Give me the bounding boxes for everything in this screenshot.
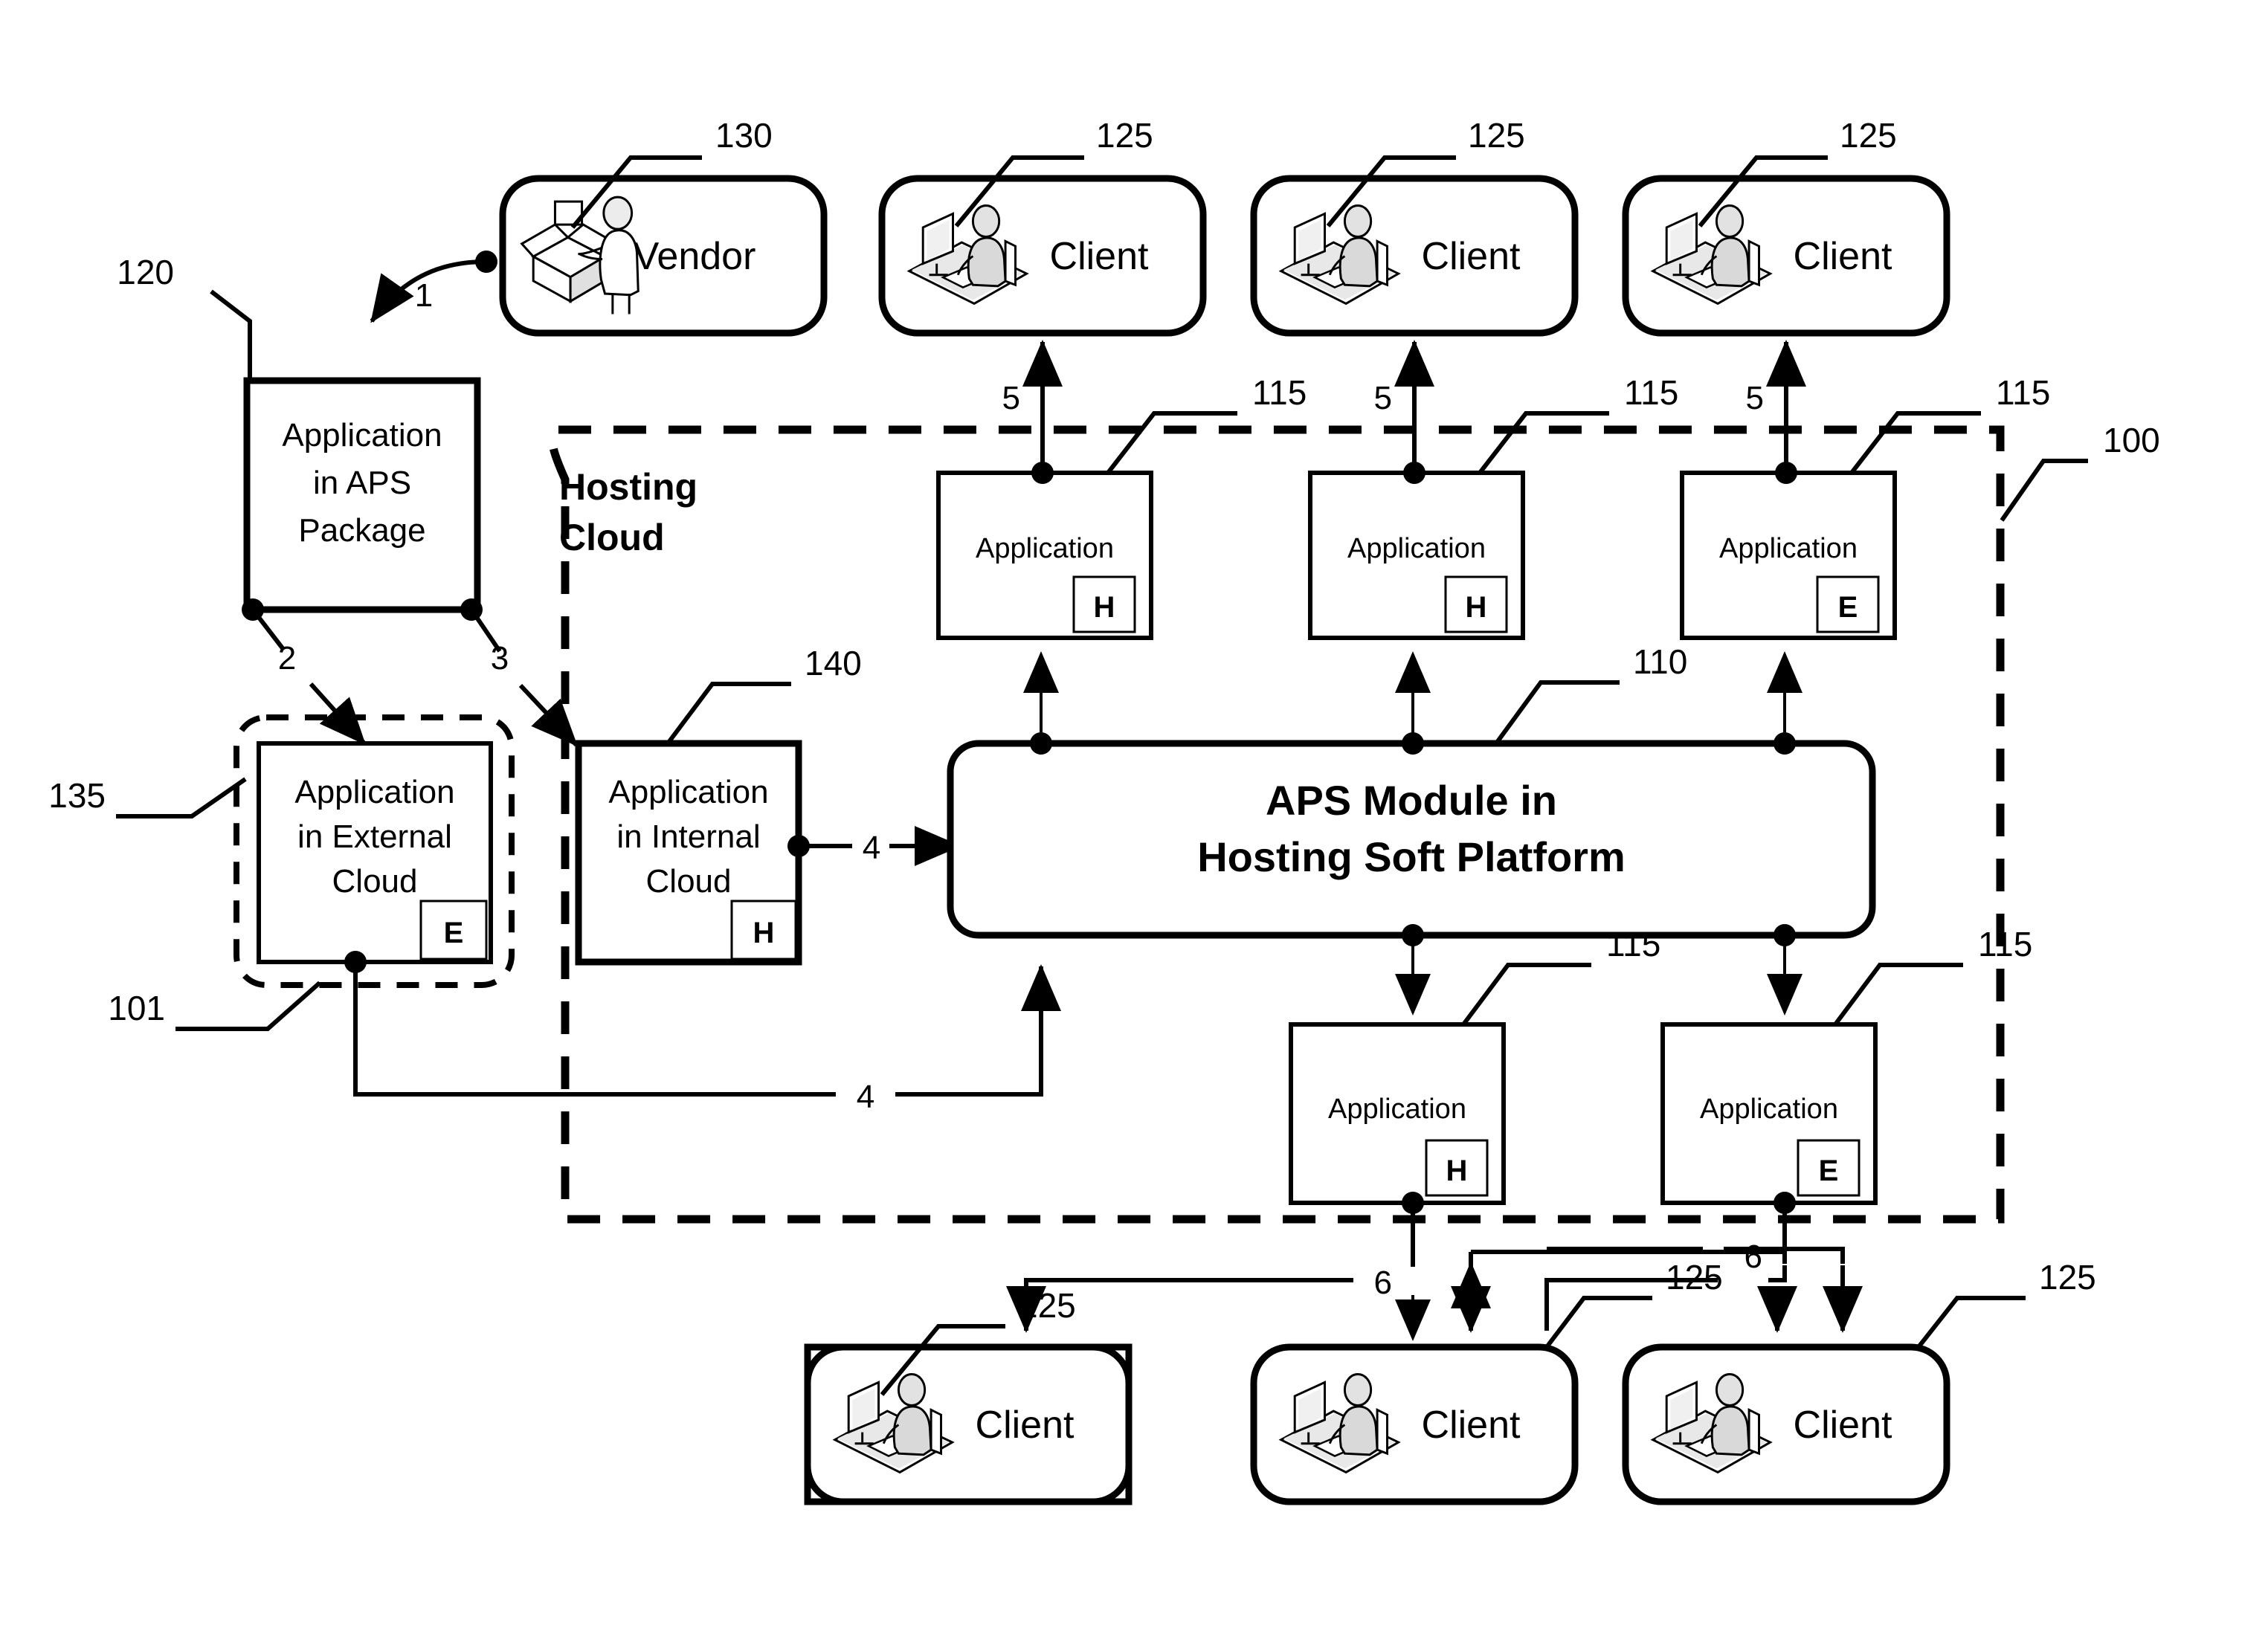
ref-125-label: 125 [2039, 1258, 2096, 1297]
node-application-top-3[interactable]: Application E [1680, 471, 1897, 640]
node-client-bottom-3[interactable]: Client [1622, 1343, 1950, 1505]
client-label: Client [1422, 235, 1521, 278]
aps-package-line-3: Package [298, 512, 425, 549]
ref-101-label: 101 [108, 989, 165, 1027]
application-label: Application [1719, 533, 1858, 564]
client-label: Client [1422, 1404, 1521, 1447]
flow-3-package-to-internal-cloud: 3 [469, 608, 579, 747]
badge-h: H [1466, 591, 1487, 624]
edge-application-top-1-to-client: 5 [1002, 340, 1063, 484]
application-label: Application [1700, 1094, 1838, 1125]
flow-4-label: 4 [857, 1079, 874, 1115]
ref-115-top-3-leader: 115 [1849, 373, 2050, 474]
node-application-in-aps-package[interactable]: Application in APS Package [243, 377, 481, 613]
ref-110-label: 110 [1633, 642, 1687, 681]
ref-115-label: 115 [1252, 373, 1307, 412]
ref-125-bottom-3-leader: 125 [1916, 1258, 2096, 1349]
aps-package-line-2: in APS [313, 465, 411, 501]
internal-cloud-line-1: Application [608, 774, 768, 810]
flow-6-label: 6 [1745, 1239, 1762, 1275]
node-application-top-1[interactable]: Application H [936, 471, 1153, 640]
external-cloud-line-1: Application [294, 774, 454, 810]
client-label: Client [1794, 235, 1892, 278]
ref-115-top-1-leader: 115 [1106, 373, 1307, 474]
application-label: Application [1328, 1094, 1466, 1125]
ref-115-top-2-leader: 115 [1478, 373, 1678, 474]
node-application-top-2[interactable]: Application H [1308, 471, 1525, 640]
badge-h: H [1446, 1155, 1468, 1187]
ref-135-label: 135 [48, 776, 106, 815]
application-label: Application [1347, 533, 1486, 564]
ref-115-label: 115 [1624, 373, 1678, 412]
flow-4-external-to-module: 4 [344, 951, 1061, 1115]
flow-5-label: 5 [1374, 380, 1392, 416]
edge-application-top-2-to-client: 5 [1374, 340, 1434, 484]
flow-2-package-to-external-cloud: 2 [251, 608, 367, 746]
ref-115-label: 115 [1978, 925, 2032, 963]
vendor-label: Vendor [634, 235, 756, 278]
application-label: Application [976, 533, 1114, 564]
ref-120-label: 120 [117, 253, 174, 291]
ref-125-label: 125 [1840, 116, 1897, 155]
ref-100-leader: 100 [2000, 421, 2160, 522]
ref-120-leader: 120 [117, 253, 252, 381]
ref-115-label: 115 [1996, 373, 2050, 412]
node-vendor[interactable]: Vendor [499, 175, 828, 337]
internal-cloud-line-2: in Internal [616, 818, 760, 855]
flow-3-label: 3 [491, 640, 509, 677]
ref-115-label: 115 [1606, 925, 1660, 963]
ref-125-label: 125 [1468, 116, 1525, 155]
ref-101-leader: 101 [108, 981, 321, 1031]
figure-canvas: Vendor 130 Client 125 Client 125 Client … [0, 0, 2268, 1637]
aps-module-line-2: Hosting Soft Platform [1197, 833, 1626, 880]
node-client-top-2[interactable]: Client [1250, 175, 1579, 337]
badge-h: H [1094, 591, 1115, 624]
node-client-bottom-2[interactable]: Client [1250, 1343, 1579, 1505]
external-cloud-line-3: Cloud [332, 863, 418, 900]
ref-140-label: 140 [805, 644, 862, 682]
flow-5-label: 5 [1002, 380, 1020, 416]
badge-e: E [444, 917, 464, 949]
node-client-bottom-1[interactable]: Client [804, 1343, 1133, 1505]
flow-5-label: 5 [1746, 380, 1764, 416]
external-cloud-line-2: in External [297, 818, 452, 855]
flow-2-label: 2 [278, 640, 296, 677]
node-application-in-external-cloud[interactable]: Application in External Cloud E [257, 741, 493, 964]
aps-module-line-1: APS Module in [1266, 777, 1557, 824]
node-aps-module[interactable]: APS Module in Hosting Soft Platform [947, 740, 1876, 939]
ref-135-leader: 135 [48, 776, 247, 818]
flow-6-label: 6 [1374, 1265, 1392, 1301]
ref-125-label: 125 [1096, 116, 1153, 155]
internal-cloud-line-3: Cloud [646, 863, 732, 900]
aps-package-line-1: Application [282, 417, 442, 453]
node-application-bottom-1[interactable]: Application H [1289, 1022, 1506, 1205]
node-client-top-3[interactable]: Client [1622, 175, 1950, 337]
ref-140-leader: 140 [666, 644, 862, 745]
flow-1-label: 1 [415, 277, 433, 314]
client-label: Client [1050, 235, 1149, 278]
hosting-cloud-line-2: Cloud [559, 517, 665, 558]
badge-e: E [1819, 1155, 1839, 1187]
badge-e: E [1838, 591, 1858, 624]
flow-1-vendor-to-package: 1 [370, 251, 497, 323]
ref-125-bottom-2-leader: 125 [1544, 1258, 1723, 1349]
hosting-cloud-line-1: Hosting [559, 466, 698, 508]
ref-115-bottom-1-leader: 115 [1461, 925, 1660, 1026]
ref-110-leader: 110 [1494, 642, 1687, 745]
node-application-bottom-2[interactable]: Application E [1660, 1022, 1878, 1205]
badge-h: H [753, 917, 775, 949]
client-label: Client [976, 1404, 1075, 1447]
hosting-cloud-label: Hosting Cloud [559, 466, 698, 558]
ref-125-label: 125 [1666, 1258, 1723, 1297]
flow-4-label: 4 [863, 830, 880, 866]
flow-4-internal-to-module: 4 [787, 826, 961, 866]
ref-100-label: 100 [2103, 421, 2160, 459]
client-label: Client [1794, 1404, 1892, 1447]
node-application-in-internal-cloud[interactable]: Application in Internal Cloud H [575, 740, 802, 966]
edge-application-top-3-to-client: 5 [1746, 340, 1806, 484]
ref-130-label: 130 [715, 116, 773, 155]
node-client-top-1[interactable]: Client [878, 175, 1207, 337]
